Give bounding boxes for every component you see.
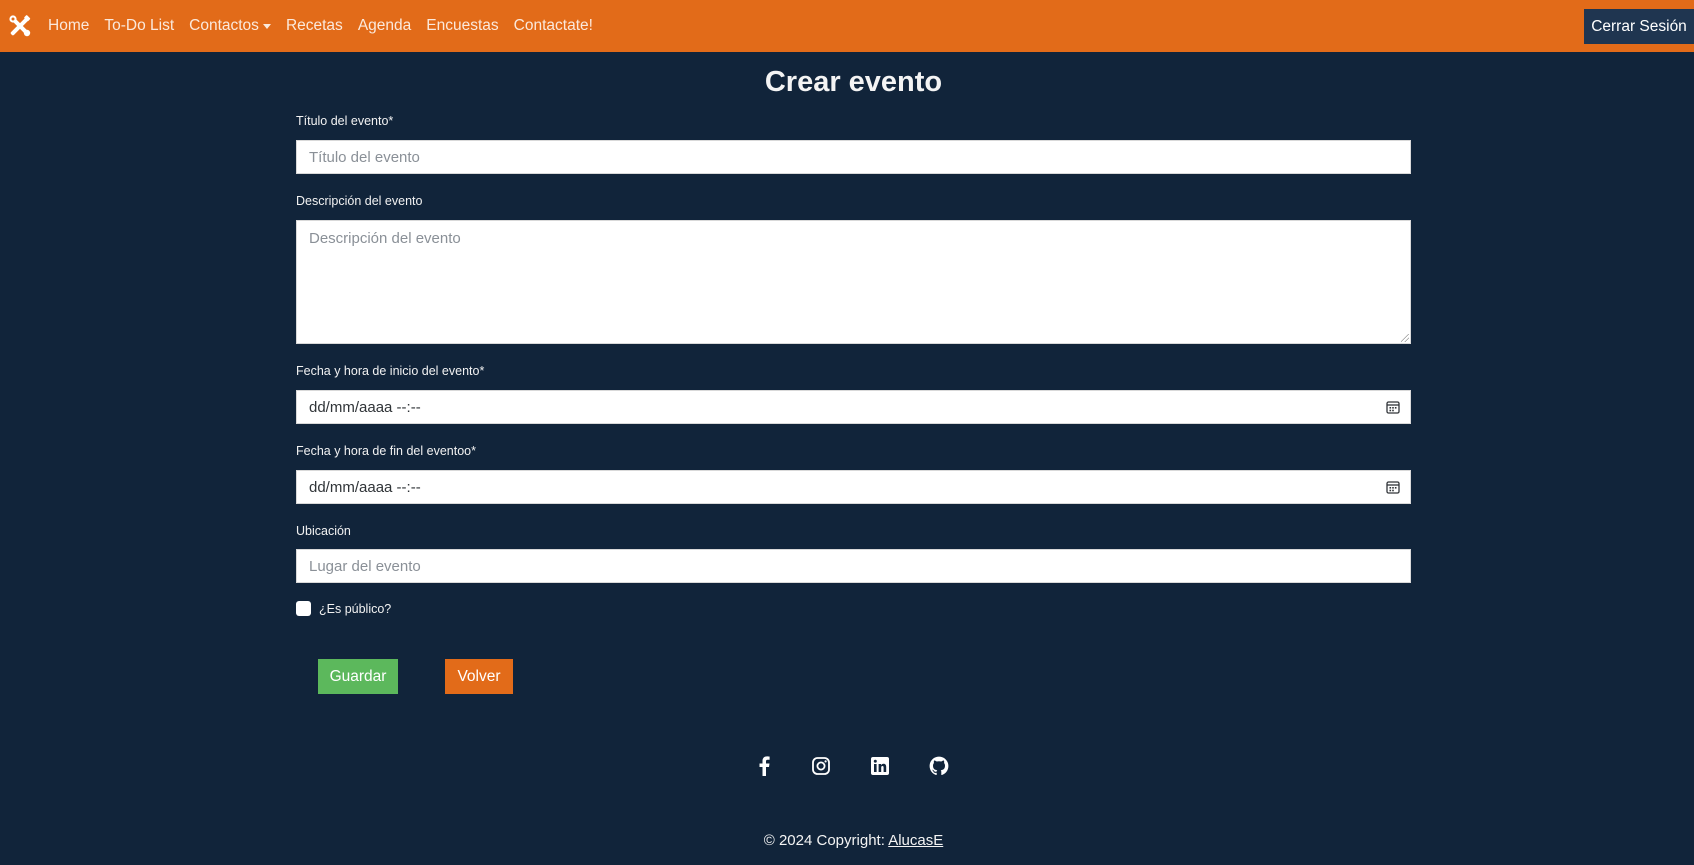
event-location-label: Ubicación: [296, 524, 351, 538]
event-start-label: Fecha y hora de inicio del evento*: [296, 364, 485, 378]
copyright-text: © 2024 Copyright:: [763, 832, 889, 849]
event-title-label: Título del evento*: [296, 114, 394, 128]
github-icon[interactable]: [927, 754, 951, 778]
event-start-value: dd/mm/aaaa --:--: [309, 398, 421, 416]
public-checkbox-row: ¿Es público?: [296, 601, 391, 616]
nav-menu: Home To-Do List Contactos Recetas Agenda…: [48, 17, 608, 35]
public-checkbox[interactable]: [296, 601, 311, 616]
tools-icon[interactable]: [0, 0, 40, 52]
nav-contactate[interactable]: Contactate!: [514, 17, 593, 35]
event-description-textarea[interactable]: Descripción del evento: [296, 220, 1411, 344]
event-location-placeholder: Lugar del evento: [309, 557, 421, 575]
public-checkbox-label: ¿Es público?: [319, 601, 392, 616]
event-title-placeholder: Título del evento: [309, 148, 420, 166]
nav-recetas[interactable]: Recetas: [286, 17, 343, 35]
event-title-input[interactable]: Título del evento: [296, 140, 1411, 174]
instagram-icon[interactable]: [809, 754, 833, 778]
event-description-label: Descripción del evento: [296, 194, 423, 208]
linkedin-icon[interactable]: [868, 754, 892, 778]
nav-agenda[interactable]: Agenda: [358, 17, 411, 35]
resize-handle[interactable]: [1401, 334, 1409, 342]
navbar: Home To-Do List Contactos Recetas Agenda…: [0, 0, 1694, 52]
event-location-input[interactable]: Lugar del evento: [296, 549, 1411, 583]
logout-button[interactable]: Cerrar Sesión: [1584, 9, 1694, 44]
calendar-icon[interactable]: [1386, 400, 1400, 414]
facebook-icon[interactable]: [752, 754, 776, 778]
copyright: © 2024 Copyright: AlucasE: [0, 832, 1694, 849]
event-description-placeholder: Descripción del evento: [309, 230, 461, 247]
event-end-datetime-input[interactable]: dd/mm/aaaa --:--: [296, 470, 1411, 504]
copyright-author-link[interactable]: AlucasE: [888, 832, 943, 849]
nav-todo-list[interactable]: To-Do List: [104, 17, 174, 35]
calendar-icon[interactable]: [1386, 480, 1400, 494]
social-links: [0, 754, 1694, 778]
nav-contactos-dropdown[interactable]: Contactos: [189, 17, 271, 35]
event-end-value: dd/mm/aaaa --:--: [309, 478, 421, 496]
nav-encuestas[interactable]: Encuestas: [426, 17, 498, 35]
nav-home[interactable]: Home: [48, 17, 89, 35]
back-button[interactable]: Volver: [445, 659, 513, 694]
event-end-label: Fecha y hora de fin del eventoo*: [296, 444, 476, 458]
caret-down-icon: [262, 23, 271, 29]
event-start-datetime-input[interactable]: dd/mm/aaaa --:--: [296, 390, 1411, 424]
page-title: Crear evento: [764, 66, 943, 98]
save-button[interactable]: Guardar: [318, 659, 398, 694]
nav-contactos-label: Contactos: [189, 17, 259, 34]
